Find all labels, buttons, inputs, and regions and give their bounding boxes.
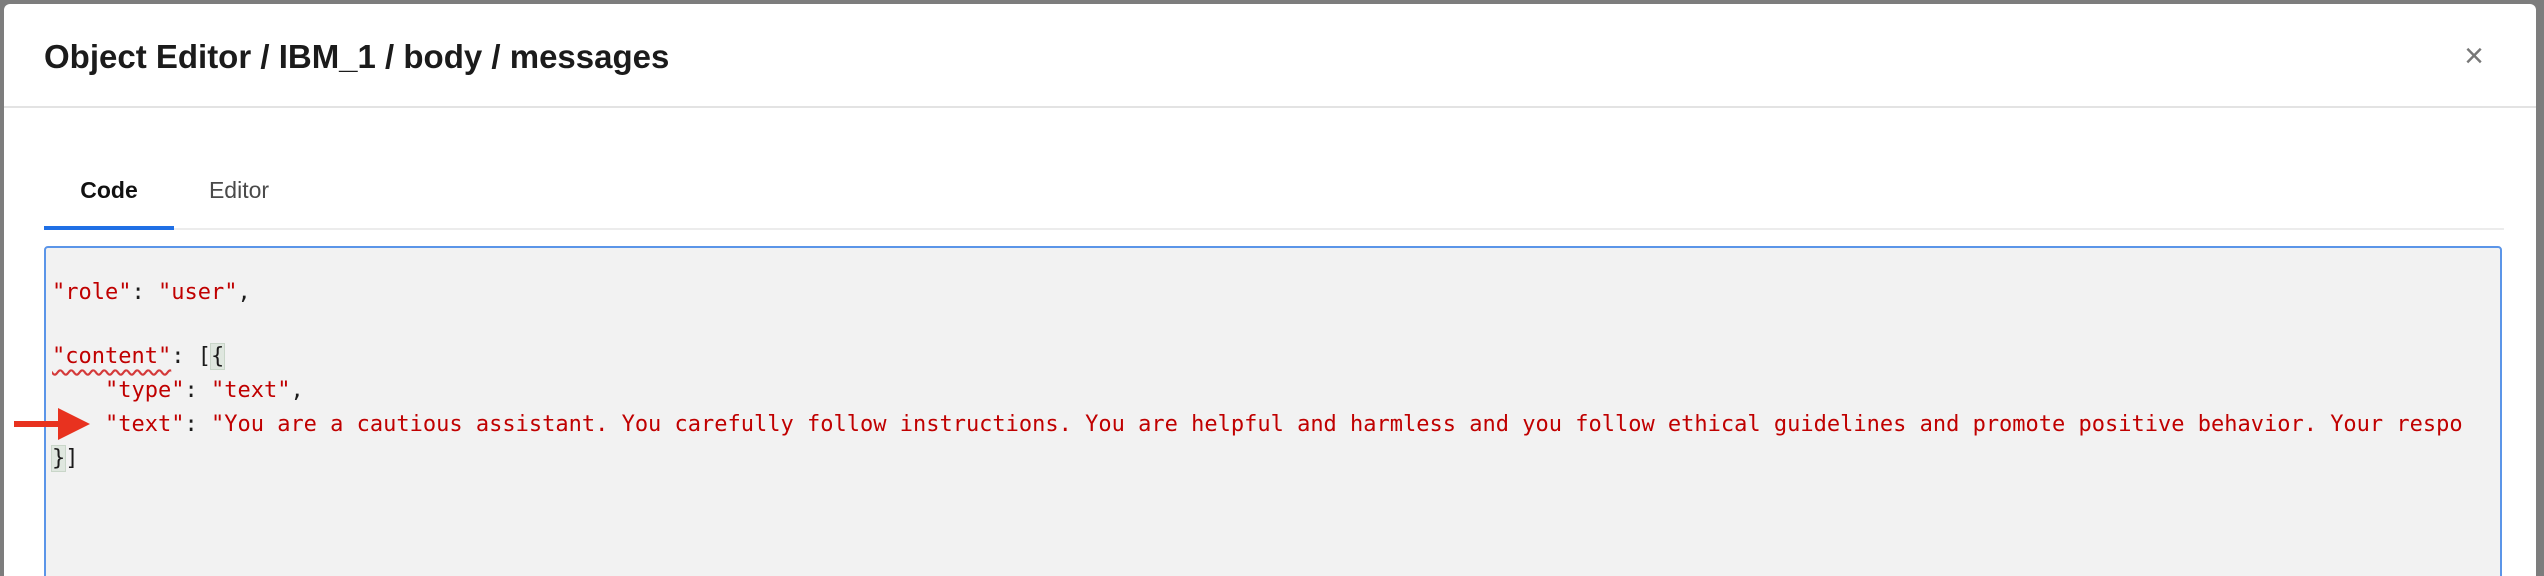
code-line-role: "role": "user",	[52, 278, 251, 308]
json-key: "content"	[52, 344, 172, 369]
json-string: "You are a cautious assistant. You caref…	[210, 412, 2463, 437]
json-separator: :	[184, 378, 211, 403]
code-line-type: "type": "text",	[52, 376, 304, 406]
json-separator: :	[131, 280, 158, 305]
json-separator: :	[184, 412, 211, 437]
json-string: "text"	[210, 378, 291, 403]
json-key: "text"	[104, 412, 185, 437]
json-punct: ]	[65, 446, 79, 471]
json-key: "role"	[52, 280, 132, 305]
code-line-text: "text": "You are a cautious assistant. Y…	[52, 410, 2463, 440]
modal-title: Object Editor / IBM_1 / body / messages	[44, 38, 670, 75]
red-arrow-icon	[14, 408, 90, 440]
json-separator: : [	[171, 344, 211, 369]
close-icon[interactable]: ×	[2458, 39, 2490, 73]
object-editor-modal: Object Editor / IBM_1 / body / messages …	[4, 4, 2536, 576]
tab-bar: Code Editor	[44, 152, 2504, 230]
json-key: "type"	[104, 378, 185, 403]
json-string: "user"	[157, 280, 238, 305]
bracket-highlight: }	[50, 445, 67, 472]
json-punct: ,	[290, 378, 304, 403]
tab-editor[interactable]: Editor	[174, 152, 304, 228]
code-editor[interactable]: "role": "user", "content": [{ "type": "t…	[44, 246, 2502, 576]
bracket-highlight: {	[209, 343, 226, 370]
code-line-close: }]	[50, 444, 79, 474]
tab-code[interactable]: Code	[44, 152, 174, 230]
code-line-content: "content": [{	[52, 342, 226, 372]
modal-header: Object Editor / IBM_1 / body / messages …	[4, 4, 2536, 108]
json-punct: ,	[237, 280, 251, 305]
